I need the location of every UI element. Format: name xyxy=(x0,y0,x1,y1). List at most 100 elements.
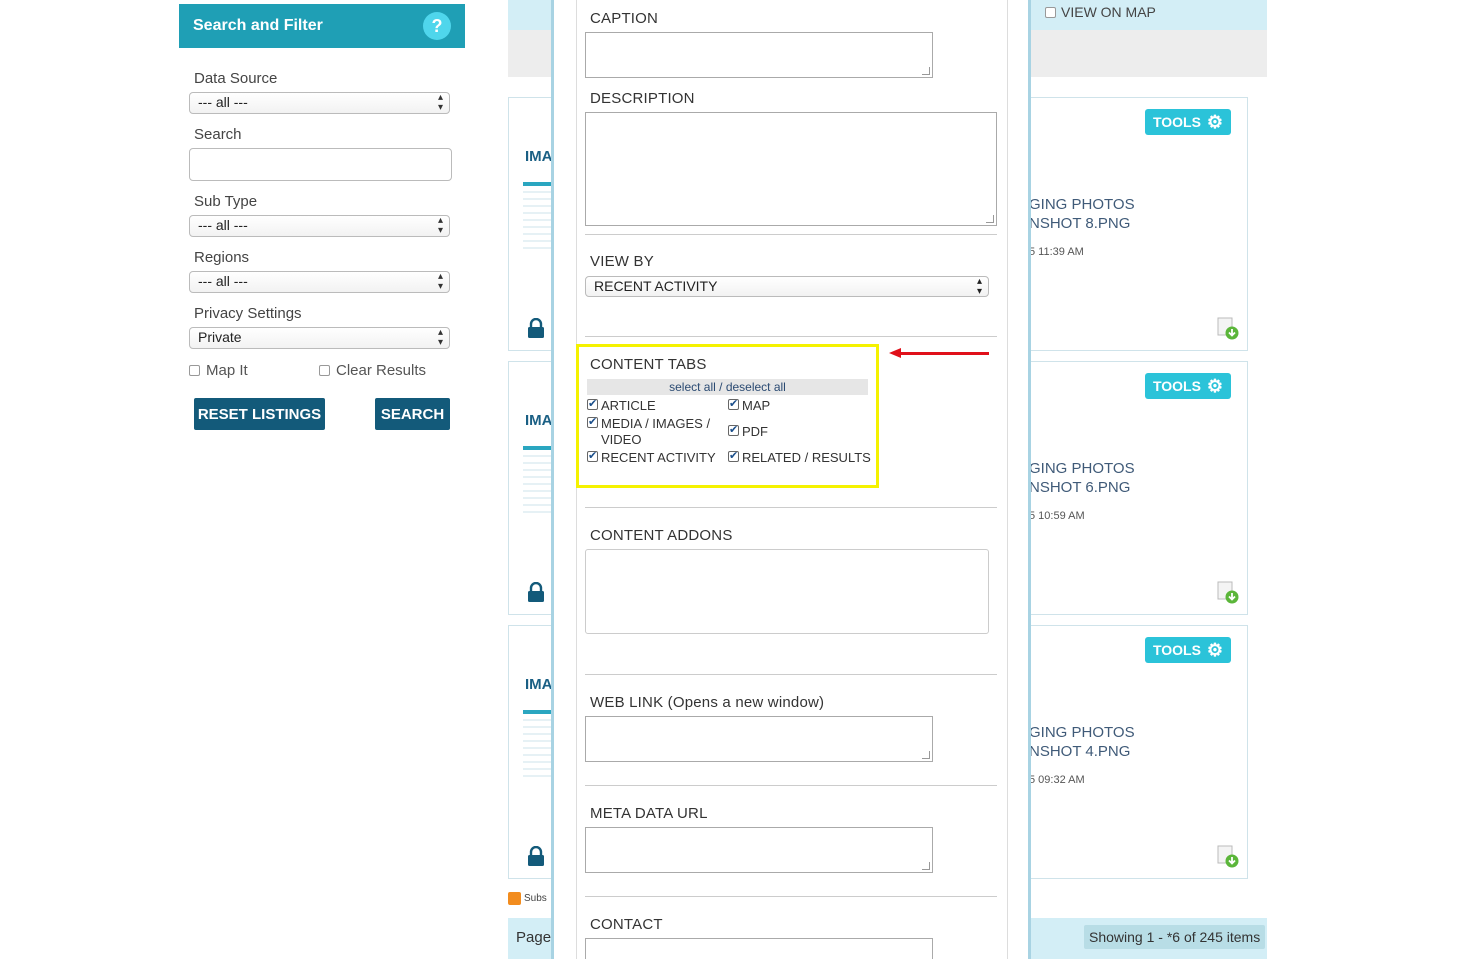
view-by-select[interactable]: RECENT ACTIVITY ▴ ▾ xyxy=(585,276,989,297)
tab-related-option[interactable]: RELATED / RESULTS xyxy=(728,448,871,466)
showing-count: Showing 1 - *6 of 245 items xyxy=(1084,925,1266,949)
reset-listings-button[interactable]: RESET LISTINGS xyxy=(194,398,325,430)
clear-results-checkbox[interactable] xyxy=(319,365,330,376)
privacy-label: Privacy Settings xyxy=(194,305,302,322)
card-timestamp: 5 09:32 AM xyxy=(1029,774,1085,786)
tools-button[interactable]: TOOLS ⚙ xyxy=(1145,109,1231,135)
page-label: Page xyxy=(516,929,552,946)
view-on-map-option[interactable]: VIEW ON MAP xyxy=(1045,4,1156,20)
content-addons-box[interactable] xyxy=(585,549,989,634)
contact-textarea[interactable] xyxy=(585,938,933,959)
select-arrows-icon: ▴ ▾ xyxy=(437,92,443,113)
card-type-label: IMA xyxy=(525,148,553,165)
view-on-map-label: VIEW ON MAP xyxy=(1061,4,1156,20)
content-tabs-label: CONTENT TABS xyxy=(590,356,707,373)
sub-type-value: --- all --- xyxy=(198,217,248,233)
select-arrows-icon: ▴ ▾ xyxy=(976,275,982,297)
select-all-toggle[interactable]: select all / deselect all xyxy=(587,379,868,395)
data-source-value: --- all --- xyxy=(198,94,248,110)
caption-textarea[interactable] xyxy=(585,32,933,78)
card-timestamp: 5 10:59 AM xyxy=(1029,510,1085,522)
card-thumbnail[interactable] xyxy=(523,446,553,516)
meta-data-url-textarea[interactable] xyxy=(585,827,933,873)
regions-label: Regions xyxy=(194,249,250,266)
tab-article-checkbox[interactable] xyxy=(587,396,598,412)
select-arrows-icon: ▴ ▾ xyxy=(437,215,443,236)
sub-type-select[interactable]: --- all --- ▴ ▾ xyxy=(189,215,450,237)
tab-pdf-option[interactable]: PDF xyxy=(728,422,768,440)
annotation-arrow xyxy=(900,352,989,355)
description-textarea[interactable] xyxy=(585,112,997,226)
description-label: DESCRIPTION xyxy=(590,90,695,107)
regions-value: --- all --- xyxy=(198,273,248,289)
content-addons-label: CONTENT ADDONS xyxy=(590,527,733,544)
search-button[interactable]: SEARCH xyxy=(375,398,450,430)
subscribe-label: Subs xyxy=(524,893,547,904)
tab-recent-activity-checkbox[interactable] xyxy=(587,448,598,464)
sub-type-label: Sub Type xyxy=(194,193,258,210)
tab-map-label: MAP xyxy=(742,398,771,413)
tab-map-option[interactable]: MAP xyxy=(728,396,771,414)
card-thumbnail[interactable] xyxy=(523,710,553,780)
tab-related-label: RELATED / RESULTS xyxy=(742,450,871,465)
download-file-icon[interactable] xyxy=(1217,845,1239,869)
lock-icon xyxy=(528,318,544,338)
view-by-value: RECENT ACTIVITY xyxy=(594,278,718,294)
card-type-label: IMA xyxy=(525,412,553,429)
clear-results-label: Clear Results xyxy=(336,362,427,379)
tools-button[interactable]: TOOLS ⚙ xyxy=(1145,637,1231,663)
map-it-label: Map It xyxy=(206,362,248,379)
divider xyxy=(585,336,997,337)
tools-label: TOOLS xyxy=(1152,114,1201,130)
map-it-option[interactable]: Map It xyxy=(189,362,248,379)
tools-label: TOOLS xyxy=(1152,378,1201,394)
gear-icon: ⚙ xyxy=(1206,112,1224,132)
card-title[interactable]: GING PHOTOS NSHOT 4.PNG xyxy=(1029,723,1135,761)
annotation-arrow-head-icon xyxy=(889,348,901,358)
divider xyxy=(585,234,997,235)
download-file-icon[interactable] xyxy=(1217,581,1239,605)
download-file-icon[interactable] xyxy=(1217,317,1239,341)
lock-icon xyxy=(528,582,544,602)
data-source-select[interactable]: --- all --- ▴ ▾ xyxy=(189,92,450,114)
divider xyxy=(585,785,997,786)
map-it-checkbox[interactable] xyxy=(189,365,200,376)
view-on-map-checkbox[interactable] xyxy=(1045,6,1056,18)
subscribe-link[interactable]: Subs xyxy=(508,892,547,905)
tools-button[interactable]: TOOLS ⚙ xyxy=(1145,373,1231,399)
web-link-label: WEB LINK (Opens a new window) xyxy=(590,694,825,711)
privacy-value: Private xyxy=(198,329,242,345)
select-arrows-icon: ▴ ▾ xyxy=(437,327,443,348)
contact-label: CONTACT xyxy=(590,916,663,933)
card-timestamp: 5 11:39 AM xyxy=(1029,246,1084,258)
gear-icon: ⚙ xyxy=(1206,376,1224,396)
tab-pdf-checkbox[interactable] xyxy=(728,422,739,438)
view-by-label: VIEW BY xyxy=(590,253,654,270)
help-icon[interactable]: ? xyxy=(423,12,451,40)
tab-article-option[interactable]: ARTICLE xyxy=(587,396,656,414)
gear-icon: ⚙ xyxy=(1206,640,1224,660)
tab-media-option[interactable]: MEDIA / IMAGES / VIDEO xyxy=(587,414,722,448)
card-title[interactable]: GING PHOTOS NSHOT 6.PNG xyxy=(1029,459,1135,497)
tab-media-checkbox[interactable] xyxy=(587,414,598,430)
search-input[interactable] xyxy=(189,148,452,181)
search-label: Search xyxy=(194,126,242,143)
tab-related-checkbox[interactable] xyxy=(728,448,739,464)
select-arrows-icon: ▴ ▾ xyxy=(437,271,443,292)
rss-icon xyxy=(508,892,521,905)
regions-select[interactable]: --- all --- ▴ ▾ xyxy=(189,271,450,293)
tab-article-label: ARTICLE xyxy=(601,398,656,413)
privacy-select[interactable]: Private ▴ ▾ xyxy=(189,327,450,349)
lock-icon xyxy=(528,846,544,866)
card-thumbnail[interactable] xyxy=(523,182,553,252)
tab-recent-activity-option[interactable]: RECENT ACTIVITY xyxy=(587,448,716,466)
sidebar-title: Search and Filter xyxy=(193,17,323,34)
clear-results-option[interactable]: Clear Results xyxy=(319,362,426,379)
tab-map-checkbox[interactable] xyxy=(728,396,739,412)
card-title[interactable]: GING PHOTOS NSHOT 8.PNG xyxy=(1029,195,1135,233)
caption-label: CAPTION xyxy=(590,10,659,27)
meta-data-url-label: META DATA URL xyxy=(590,805,708,822)
divider xyxy=(585,896,997,897)
web-link-textarea[interactable] xyxy=(585,716,933,762)
card-type-label: IMA xyxy=(525,676,553,693)
